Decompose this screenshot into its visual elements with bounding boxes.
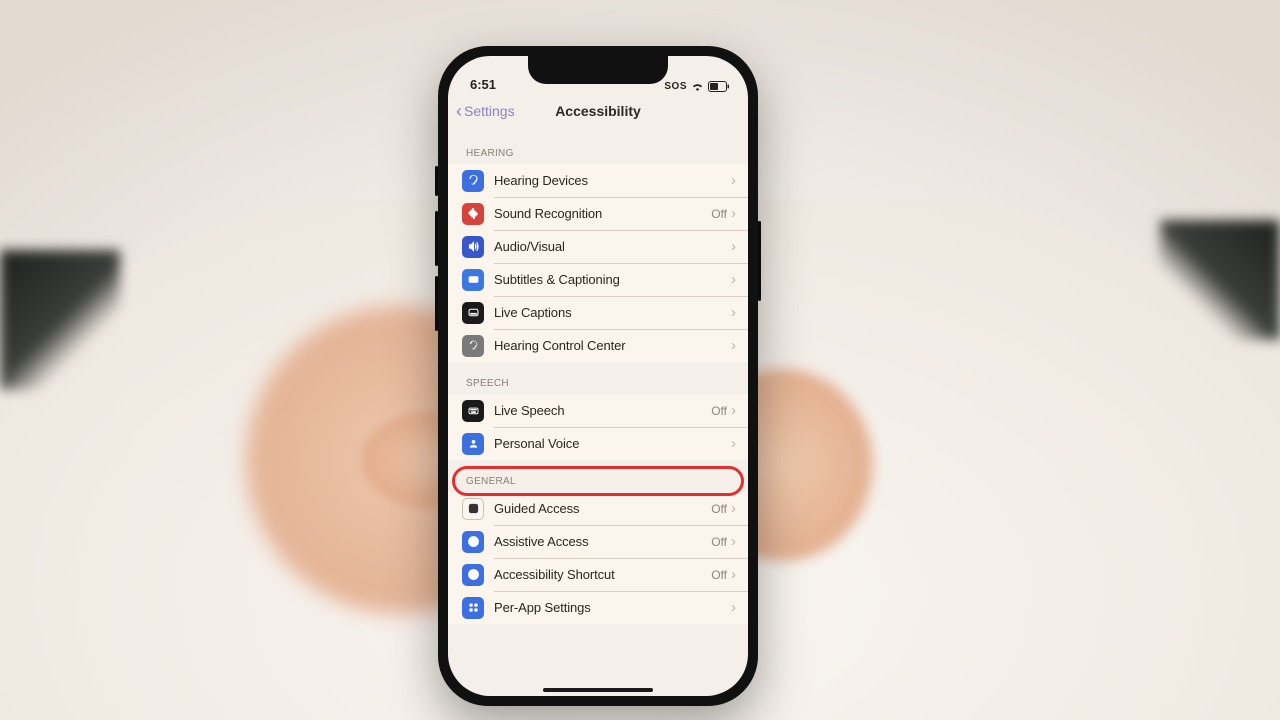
row-label: Guided Access: [494, 501, 711, 516]
row-label: Live Captions: [494, 305, 731, 320]
section-group-general: Guided Access Off › Assistive Access Off…: [448, 492, 748, 624]
chevron-right-icon: ›: [731, 338, 736, 353]
mute-switch: [435, 166, 438, 196]
row-label: Personal Voice: [494, 436, 731, 451]
row-label: Accessibility Shortcut: [494, 567, 711, 582]
chevron-right-icon: ›: [731, 305, 736, 320]
row-label: Live Speech: [494, 403, 711, 418]
speaker-icon: [462, 236, 484, 258]
chevron-right-icon: ›: [731, 600, 736, 615]
sos-indicator: SOS: [664, 81, 687, 92]
live-caption-icon: [462, 302, 484, 324]
row-accessibility-shortcut[interactable]: Accessibility Shortcut Off ›: [448, 558, 748, 591]
section-group-speech: Live Speech Off › Personal Voice ›: [448, 394, 748, 460]
phone-screen: 6:51 SOS ‹ Settings Accessibility: [448, 56, 748, 696]
ear-control-icon: [462, 335, 484, 357]
back-label: Settings: [464, 103, 515, 119]
chevron-right-icon: ›: [731, 534, 736, 549]
row-hearing-devices[interactable]: Hearing Devices ›: [448, 164, 748, 197]
chevron-left-icon: ‹: [456, 102, 462, 120]
battery-icon: [708, 81, 730, 92]
row-detail: Off: [711, 207, 727, 221]
chevron-right-icon: ›: [731, 403, 736, 418]
person-voice-icon: [462, 433, 484, 455]
background-shadow-right: [1160, 220, 1280, 340]
waveform-icon: [462, 203, 484, 225]
row-personal-voice[interactable]: Personal Voice ›: [448, 427, 748, 460]
volume-up-button: [435, 211, 438, 266]
chevron-right-icon: ›: [731, 173, 736, 188]
background-shadow-left: [0, 250, 120, 390]
section-header-speech: SPEECH: [448, 362, 748, 394]
chevron-right-icon: ›: [731, 436, 736, 451]
row-label: Assistive Access: [494, 534, 711, 549]
section-header-hearing: HEARING: [448, 126, 748, 164]
chevron-right-icon: ›: [731, 501, 736, 516]
ear-icon: [462, 170, 484, 192]
row-label: Hearing Devices: [494, 173, 731, 188]
page-title: Accessibility: [555, 103, 641, 119]
chevron-right-icon: ›: [731, 272, 736, 287]
chevron-right-icon: ›: [731, 239, 736, 254]
power-button: [758, 221, 761, 301]
accessibility-icon: [462, 564, 484, 586]
row-guided-access[interactable]: Guided Access Off ›: [448, 492, 748, 525]
wifi-icon: [691, 82, 704, 92]
chevron-right-icon: ›: [731, 567, 736, 582]
section-group-hearing: Hearing Devices › Sound Recognition Off …: [448, 164, 748, 362]
row-live-speech[interactable]: Live Speech Off ›: [448, 394, 748, 427]
row-label: Per-App Settings: [494, 600, 731, 615]
keyboard-speech-icon: [462, 400, 484, 422]
row-sound-recognition[interactable]: Sound Recognition Off ›: [448, 197, 748, 230]
row-label: Subtitles & Captioning: [494, 272, 731, 287]
row-label: Sound Recognition: [494, 206, 711, 221]
lock-frame-icon: [462, 498, 484, 520]
status-time: 6:51: [470, 77, 496, 92]
back-button[interactable]: ‹ Settings: [456, 94, 515, 128]
home-indicator[interactable]: [543, 688, 653, 692]
status-right-cluster: SOS: [664, 81, 730, 92]
row-per-app-settings[interactable]: Per-App Settings ›: [448, 591, 748, 624]
row-detail: Off: [711, 404, 727, 418]
caption-icon: [462, 269, 484, 291]
notch: [528, 56, 668, 84]
row-live-captions[interactable]: Live Captions ›: [448, 296, 748, 329]
row-subtitles-captioning[interactable]: Subtitles & Captioning ›: [448, 263, 748, 296]
iphone-device: 6:51 SOS ‹ Settings Accessibility: [438, 46, 758, 706]
row-label: Hearing Control Center: [494, 338, 731, 353]
chevron-right-icon: ›: [731, 206, 736, 221]
row-label: Audio/Visual: [494, 239, 731, 254]
section-header-general: GENERAL: [448, 460, 748, 492]
apps-grid-icon: [462, 597, 484, 619]
row-detail: Off: [711, 535, 727, 549]
settings-scroll-content[interactable]: HEARING Hearing Devices › Sound Recognit…: [448, 126, 748, 696]
row-assistive-access[interactable]: Assistive Access Off ›: [448, 525, 748, 558]
nav-bar: ‹ Settings Accessibility: [448, 94, 748, 129]
volume-down-button: [435, 276, 438, 331]
row-audio-visual[interactable]: Audio/Visual ›: [448, 230, 748, 263]
row-detail: Off: [711, 568, 727, 582]
row-hearing-control-center[interactable]: Hearing Control Center ›: [448, 329, 748, 362]
row-detail: Off: [711, 502, 727, 516]
photo-background: 6:51 SOS ‹ Settings Accessibility: [0, 0, 1280, 720]
assistive-access-icon: [462, 531, 484, 553]
